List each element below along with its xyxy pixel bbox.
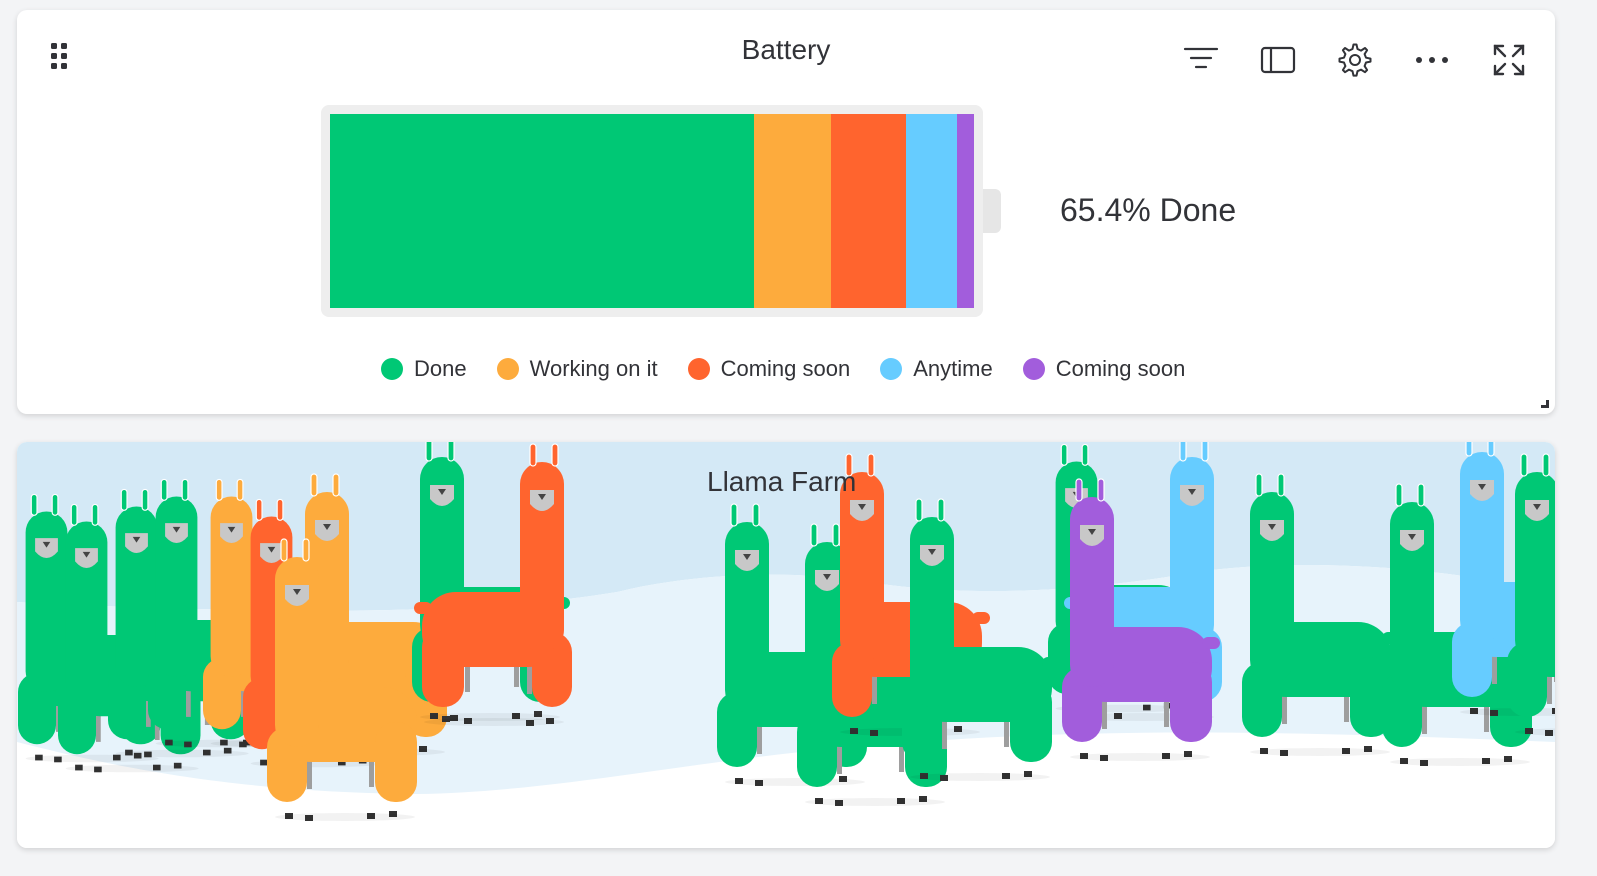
legend-item[interactable]: Done	[381, 356, 467, 382]
legend-dot	[1022, 358, 1045, 380]
legend-label: Coming soon	[720, 356, 851, 381]
fullscreen-expand-icon	[1493, 44, 1525, 76]
legend-label: Done	[414, 356, 467, 381]
more-horizontal-icon	[1416, 57, 1448, 63]
fullscreen-button[interactable]	[1489, 40, 1529, 80]
legend-dot	[496, 358, 519, 380]
sidebar-toggle-button[interactable]	[1258, 40, 1298, 80]
legend-item[interactable]: Anytime	[880, 356, 993, 382]
settings-button[interactable]	[1335, 40, 1375, 80]
battery-segment-done[interactable]	[330, 114, 754, 308]
battery-cap	[983, 189, 1001, 233]
battery-widget: Battery 65.4% Done Done Working on it Co…	[17, 10, 1555, 414]
more-options-button[interactable]	[1412, 40, 1452, 80]
legend-item[interactable]: Coming soon	[687, 356, 851, 382]
resize-handle-icon[interactable]	[1541, 400, 1549, 408]
battery-segment-coming-soon[interactable]	[957, 114, 974, 308]
llama-farm-widget: Llama Farm	[17, 442, 1555, 848]
filter-button[interactable]	[1181, 40, 1221, 80]
battery-segments	[330, 114, 974, 308]
battery-segment-working-on-it[interactable]	[753, 114, 832, 308]
widget-title: Battery	[741, 34, 831, 65]
legend-label: Working on it	[529, 356, 658, 381]
legend-dot	[381, 358, 403, 380]
percent-done-text: 65.4% Done	[1060, 192, 1237, 228]
legend-dot	[880, 358, 903, 380]
legend-item[interactable]: Working on it	[496, 356, 658, 382]
filter-icon	[1183, 47, 1219, 69]
legend: Done Working on it Coming soon Anytime Comin…	[381, 356, 1215, 382]
battery-bar	[321, 105, 983, 317]
legend-dot	[687, 358, 710, 380]
battery-segment-anytime[interactable]	[906, 114, 958, 308]
legend-item[interactable]: Coming soon	[1022, 356, 1186, 382]
legend-label: Coming soon	[1055, 356, 1186, 381]
sidebar-panel-icon	[1260, 46, 1296, 74]
battery-segment-coming-soon[interactable]	[831, 114, 907, 308]
llama-farm-scene	[17, 442, 1555, 848]
gear-icon	[1338, 43, 1372, 77]
widget-title: Llama Farm	[707, 466, 857, 497]
legend-label: Anytime	[913, 356, 993, 381]
